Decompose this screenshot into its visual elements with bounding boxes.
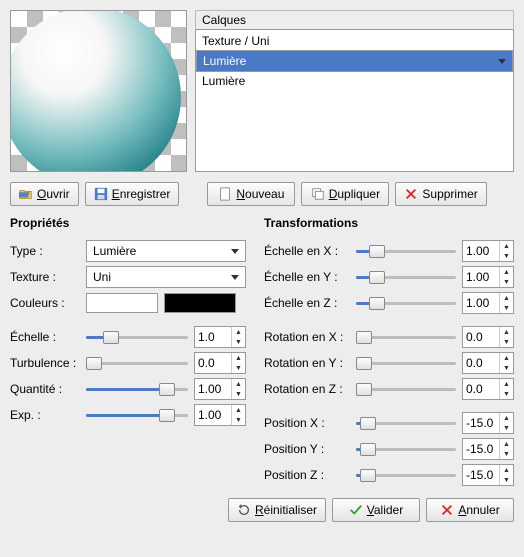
scale-z-spin[interactable]: ▲▼	[462, 292, 514, 314]
material-preview	[10, 10, 187, 172]
scale-label: Échelle :	[10, 330, 80, 344]
pos-z-slider[interactable]	[356, 467, 456, 483]
rot-x-spin[interactable]: ▲▼	[462, 326, 514, 348]
cancel-label: Annuler	[458, 503, 499, 517]
folder-open-icon	[19, 187, 33, 201]
quantity-label: Quantité :	[10, 382, 80, 396]
type-select[interactable]: Lumière	[86, 240, 246, 262]
texture-select[interactable]: Uni	[86, 266, 246, 288]
turbulence-spin[interactable]: ▲▼	[194, 352, 246, 374]
scale-x-spin[interactable]: ▲▼	[462, 240, 514, 262]
delete-icon	[404, 187, 418, 201]
exp-slider[interactable]	[86, 407, 188, 423]
cancel-button[interactable]: Annuler	[426, 498, 514, 522]
turbulence-label: Turbulence :	[10, 356, 80, 370]
texture-label: Texture :	[10, 270, 80, 284]
rot-z-spin[interactable]: ▲▼	[462, 378, 514, 400]
duplicate-label: Dupliquer	[329, 187, 380, 201]
scale-y-slider[interactable]	[356, 269, 456, 285]
reset-button[interactable]: Réinitialiser	[228, 498, 326, 522]
transforms-title: Transformations	[264, 216, 514, 230]
scale-z-slider[interactable]	[356, 295, 456, 311]
properties-title: Propriétés	[10, 216, 246, 230]
rot-x-label: Rotation en X :	[264, 330, 350, 344]
rot-y-slider[interactable]	[356, 355, 456, 371]
turbulence-slider[interactable]	[86, 355, 188, 371]
pos-x-label: Position X :	[264, 416, 350, 430]
pos-z-spin[interactable]: ▲▼	[462, 464, 514, 486]
save-button[interactable]: Enregistrer	[85, 182, 180, 206]
scale-z-label: Échelle en Z :	[264, 296, 350, 310]
rot-z-slider[interactable]	[356, 381, 456, 397]
type-label: Type :	[10, 244, 80, 258]
delete-label: Supprimer	[422, 187, 477, 201]
duplicate-button[interactable]: Dupliquer	[301, 182, 389, 206]
rot-x-slider[interactable]	[356, 329, 456, 345]
color-1-swatch[interactable]	[86, 293, 158, 313]
rot-y-spin[interactable]: ▲▼	[462, 352, 514, 374]
quantity-spin[interactable]: ▲▼	[194, 378, 246, 400]
layers-title: Calques	[195, 10, 514, 29]
scale-slider[interactable]	[86, 329, 188, 345]
new-icon	[218, 187, 232, 201]
scale-y-label: Échelle en Y :	[264, 270, 350, 284]
ok-label: Valider	[367, 503, 403, 517]
pos-y-spin[interactable]: ▲▼	[462, 438, 514, 460]
preview-sphere	[10, 10, 181, 172]
refresh-icon	[237, 503, 251, 517]
new-label: Nouveau	[236, 187, 284, 201]
color-2-swatch[interactable]	[164, 293, 236, 313]
pos-z-label: Position Z :	[264, 468, 350, 482]
pos-y-label: Position Y :	[264, 442, 350, 456]
save-icon	[94, 187, 108, 201]
colors-label: Couleurs :	[10, 296, 80, 310]
rot-y-label: Rotation en Y :	[264, 356, 350, 370]
layers-list[interactable]: Texture / Uni Lumière Lumière	[195, 29, 514, 172]
delete-button[interactable]: Supprimer	[395, 182, 486, 206]
open-button[interactable]: Ouvrir	[10, 182, 79, 206]
pos-x-slider[interactable]	[356, 415, 456, 431]
cancel-icon	[440, 503, 454, 517]
duplicate-icon	[311, 187, 325, 201]
scale-x-slider[interactable]	[356, 243, 456, 259]
pos-x-spin[interactable]: ▲▼	[462, 412, 514, 434]
quantity-slider[interactable]	[86, 381, 188, 397]
check-icon	[349, 503, 363, 517]
exp-label: Exp. :	[10, 408, 80, 422]
pos-y-slider[interactable]	[356, 441, 456, 457]
open-label: Ouvrir	[37, 187, 70, 201]
scale-spin[interactable]: ▲▼	[194, 326, 246, 348]
reset-label: Réinitialiser	[255, 503, 317, 517]
scale-y-spin[interactable]: ▲▼	[462, 266, 514, 288]
new-button[interactable]: Nouveau	[207, 182, 295, 206]
layer-item[interactable]: Lumière	[196, 50, 513, 72]
save-label: Enregistrer	[112, 187, 171, 201]
layer-item[interactable]: Texture / Uni	[196, 32, 513, 50]
exp-spin[interactable]: ▲▼	[194, 404, 246, 426]
ok-button[interactable]: Valider	[332, 498, 420, 522]
scale-x-label: Échelle en X :	[264, 244, 350, 258]
rot-z-label: Rotation en Z :	[264, 382, 350, 396]
layer-item[interactable]: Lumière	[196, 72, 513, 90]
